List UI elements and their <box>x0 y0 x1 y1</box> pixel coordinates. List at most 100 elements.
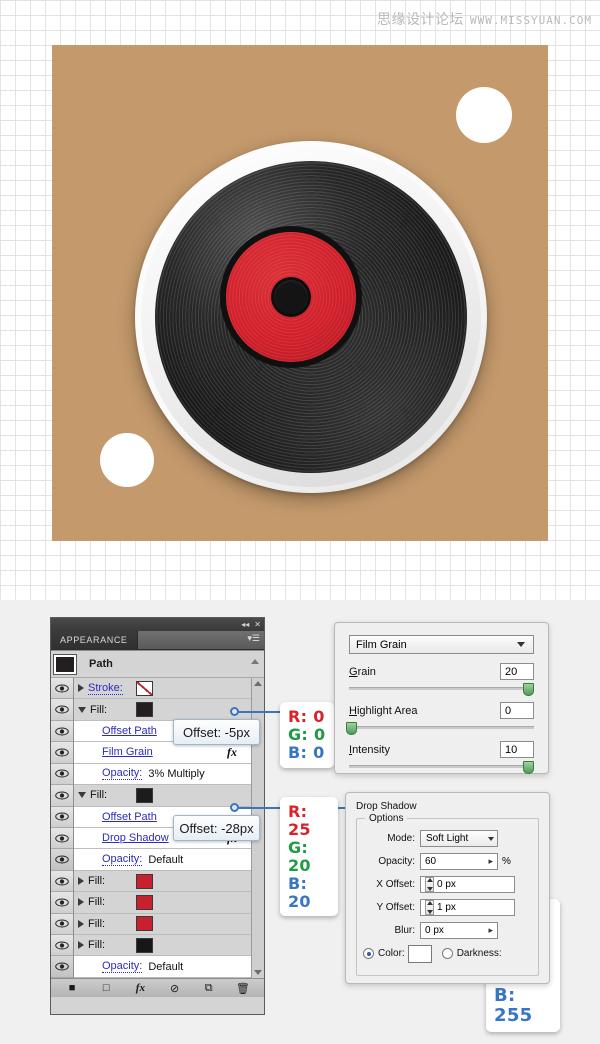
film-grain-field: Intensity 10 <box>349 741 535 774</box>
blur-input[interactable]: 0 px ▸ <box>420 922 498 939</box>
white-circle-top-right <box>456 87 512 143</box>
duplicate-item-icon[interactable]: ⧉ <box>202 982 216 995</box>
row-value: Default <box>148 960 184 973</box>
slider-knob[interactable] <box>523 761 535 774</box>
stepper-arrow-icon[interactable]: ▸ <box>488 856 493 867</box>
visibility-column <box>51 678 74 978</box>
visibility-toggle[interactable] <box>51 935 73 957</box>
appearance-row[interactable]: Fill: <box>74 870 251 893</box>
chevron-up-icon[interactable] <box>251 659 259 664</box>
drop-shadow-options-group: Options Mode: Soft Light Opacity: 60 ▸ %… <box>356 813 539 976</box>
scroll-down-icon[interactable] <box>254 970 262 975</box>
field-label: Highlight Area <box>349 704 418 717</box>
disclosure-right-icon[interactable] <box>78 898 84 907</box>
opacity-input[interactable]: 60 ▸ <box>420 853 498 870</box>
mode-select-value: Soft Light <box>426 833 469 844</box>
visibility-toggle[interactable] <box>51 892 73 914</box>
x-offset-stepper-icon[interactable] <box>425 877 434 892</box>
y-offset-value: 1 px <box>437 902 456 913</box>
watermark-url: WWW.MISSYUAN.COM <box>470 14 592 27</box>
appearance-object-row[interactable]: Path <box>51 651 264 678</box>
row-label[interactable]: Opacity: <box>102 960 143 974</box>
y-offset-input[interactable]: 1 px <box>420 899 515 916</box>
field-slider[interactable] <box>345 722 534 735</box>
appearance-sub-row[interactable]: Opacity: Default <box>74 849 251 871</box>
tooltip-offset-top: Offset: -5px <box>173 719 260 745</box>
color-swatch[interactable] <box>136 787 153 803</box>
darkness-radio[interactable] <box>441 948 453 959</box>
fx-icon[interactable]: fx <box>227 745 237 760</box>
row-label[interactable]: Stroke: <box>88 682 123 695</box>
visibility-toggle[interactable] <box>51 763 73 786</box>
visibility-toggle[interactable] <box>51 913 73 936</box>
row-label[interactable]: Opacity: <box>102 767 143 781</box>
new-stroke-icon[interactable]: □ <box>99 982 113 995</box>
appearance-row[interactable]: Fill: <box>74 935 251 957</box>
color-swatch[interactable] <box>136 937 153 953</box>
row-label[interactable]: Opacity: <box>102 853 143 867</box>
disclosure-right-icon[interactable] <box>78 877 84 885</box>
panel-menu-icon[interactable]: ▾☰ <box>247 634 260 643</box>
film-grain-field: Grain 20 <box>349 663 535 696</box>
color-swatch[interactable] <box>136 916 153 932</box>
appearance-row[interactable]: Fill: <box>74 785 251 807</box>
disclosure-down-icon[interactable] <box>78 792 86 799</box>
visibility-toggle[interactable] <box>51 849 73 871</box>
appearance-sub-row[interactable]: Film Grain fx <box>74 742 251 764</box>
mode-select[interactable]: Soft Light <box>420 830 498 847</box>
row-label[interactable]: Offset Path <box>102 811 157 823</box>
disclosure-right-icon[interactable] <box>78 919 84 928</box>
row-value: 3% Multiply <box>148 767 205 780</box>
field-value[interactable]: 10 <box>500 741 534 758</box>
options-legend: Options <box>365 813 408 824</box>
appearance-row[interactable]: Stroke: <box>74 678 251 700</box>
add-effect-icon[interactable]: fx <box>133 982 147 995</box>
disclosure-right-icon[interactable] <box>78 941 84 950</box>
field-slider[interactable] <box>349 761 535 774</box>
visibility-toggle[interactable] <box>51 806 73 828</box>
new-fill-icon[interactable]: ■ <box>65 982 79 995</box>
appearance-row[interactable]: Fill: <box>74 913 251 936</box>
effect-select[interactable]: Film Grain <box>349 635 534 654</box>
row-label[interactable]: Offset Path <box>102 725 157 737</box>
drop-shadow-dialog: Drop Shadow Options Mode: Soft Light Opa… <box>345 792 550 984</box>
stepper-arrow-icon[interactable]: ▸ <box>488 925 493 936</box>
row-label[interactable]: Drop Shadow <box>102 832 169 844</box>
field-value[interactable]: 20 <box>500 663 534 680</box>
appearance-row[interactable]: Fill: <box>74 892 251 914</box>
tab-appearance[interactable]: APPEARANCE <box>51 631 138 649</box>
disclosure-down-icon[interactable] <box>78 706 86 713</box>
clear-appearance-icon[interactable]: ⊘ <box>168 982 182 995</box>
delete-item-icon[interactable]: 🗑 <box>236 982 250 995</box>
visibility-toggle[interactable] <box>51 720 73 743</box>
appearance-sub-row[interactable]: Opacity: 3% Multiply <box>74 763 251 786</box>
disclosure-right-icon[interactable] <box>78 684 84 693</box>
y-offset-stepper-icon[interactable] <box>425 900 434 915</box>
no-color-swatch[interactable] <box>136 680 153 696</box>
close-icon[interactable]: ✕ <box>254 620 261 629</box>
appearance-sub-row[interactable]: Opacity: Default <box>74 956 251 978</box>
appearance-row[interactable]: Fill: <box>74 699 251 721</box>
row-value: Default <box>148 853 184 866</box>
visibility-toggle[interactable] <box>51 699 73 721</box>
color-swatch[interactable] <box>136 702 153 718</box>
row-label[interactable]: Film Grain <box>102 746 153 758</box>
color-swatch[interactable] <box>407 944 432 963</box>
field-slider[interactable] <box>349 683 535 696</box>
color-swatch[interactable] <box>136 873 153 889</box>
visibility-toggle[interactable] <box>51 678 73 700</box>
field-value[interactable]: 0 <box>500 702 534 719</box>
color-swatch[interactable] <box>136 894 153 910</box>
slider-knob[interactable] <box>345 722 357 735</box>
slider-knob[interactable] <box>523 683 535 696</box>
scroll-up-icon[interactable] <box>254 681 262 686</box>
x-offset-input[interactable]: 0 px <box>420 876 515 893</box>
visibility-toggle[interactable] <box>51 870 73 893</box>
color-radio[interactable] <box>363 948 374 959</box>
visibility-toggle[interactable] <box>51 742 73 764</box>
collapse-icon[interactable]: ◂◂ <box>241 620 249 629</box>
visibility-toggle[interactable] <box>51 785 73 807</box>
row-label: Fill: <box>88 896 106 909</box>
visibility-toggle[interactable] <box>51 827 73 850</box>
visibility-toggle[interactable] <box>51 956 73 978</box>
